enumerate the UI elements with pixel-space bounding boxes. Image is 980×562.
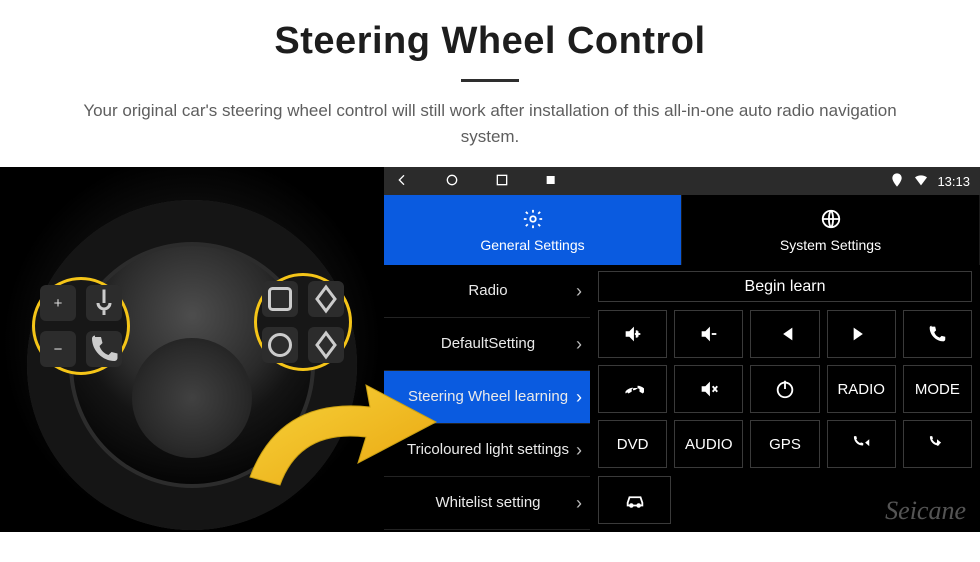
wheel-voice-button [86, 285, 122, 321]
tab-general-settings[interactable]: General Settings [384, 195, 682, 265]
gear-icon [522, 208, 544, 233]
wheel-plus-button: + [40, 285, 76, 321]
left-wheel-button-cluster: + − [32, 277, 130, 375]
prev-track-button[interactable] [750, 310, 819, 358]
phone-next-button[interactable] [903, 420, 972, 468]
steering-wheel-photo: + − [0, 167, 384, 532]
mute-button[interactable] [674, 365, 743, 413]
learning-panel: Begin learn RADIO MODE DVD AUDIO GPS [590, 265, 980, 532]
mode-button[interactable]: MODE [903, 365, 972, 413]
sidebar-item-label: DefaultSetting [400, 335, 576, 352]
wheel-phone-button [86, 331, 122, 367]
home-icon[interactable] [444, 172, 460, 191]
power-button[interactable] [750, 365, 819, 413]
page-title: Steering Wheel Control [40, 20, 940, 63]
radio-button[interactable]: RADIO [827, 365, 896, 413]
vol-up-button[interactable] [598, 310, 667, 358]
vol-down-button[interactable] [674, 310, 743, 358]
tab-label: General Settings [480, 237, 584, 253]
begin-learn-button[interactable]: Begin learn [598, 271, 972, 302]
gps-button[interactable]: GPS [750, 420, 819, 468]
audio-button[interactable]: AUDIO [674, 420, 743, 468]
product-composite: + − [0, 167, 980, 532]
chevron-right-icon: › [576, 493, 582, 514]
chevron-right-icon: › [576, 281, 582, 302]
sidebar-item-radio[interactable]: Radio › [384, 265, 590, 318]
hangup-button[interactable] [598, 365, 667, 413]
begin-learn-label: Begin learn [745, 278, 826, 296]
call-button[interactable] [903, 310, 972, 358]
chevron-right-icon: › [576, 440, 582, 461]
mode-label: MODE [915, 381, 960, 398]
title-underline [461, 79, 519, 82]
tab-system-settings[interactable]: System Settings [682, 195, 980, 265]
globe-icon [820, 208, 842, 233]
volume-bar-icon[interactable] [544, 172, 560, 191]
right-wheel-button-cluster [254, 273, 352, 371]
wheel-minus-button: − [40, 331, 76, 367]
sidebar-item-default-setting[interactable]: DefaultSetting › [384, 318, 590, 371]
phone-prev-button[interactable] [827, 420, 896, 468]
dvd-button[interactable]: DVD [598, 420, 667, 468]
gps-label: GPS [769, 436, 801, 453]
sidebar-item-label: Radio [400, 282, 576, 299]
recent-apps-icon[interactable] [494, 172, 510, 191]
next-track-button[interactable] [827, 310, 896, 358]
tab-label: System Settings [780, 237, 881, 253]
wheel-diamond-up-button [308, 281, 344, 317]
wheel-menu-button [262, 281, 298, 317]
page-subtitle: Your original car's steering wheel contr… [60, 98, 920, 149]
audio-label: AUDIO [685, 436, 733, 453]
wheel-diamond-down-button [308, 327, 344, 363]
wheel-circle-button [262, 327, 298, 363]
chevron-right-icon: › [576, 387, 582, 408]
radio-label: RADIO [837, 381, 885, 398]
wifi-icon [913, 172, 929, 191]
head-unit-screen: 13:13 General Settings System Settings R… [384, 167, 980, 532]
back-icon[interactable] [394, 172, 410, 191]
settings-tabs: General Settings System Settings [384, 195, 980, 265]
dvd-label: DVD [617, 436, 649, 453]
gps-icon [889, 172, 905, 191]
car-button[interactable] [598, 476, 671, 524]
chevron-right-icon: › [576, 334, 582, 355]
android-status-bar: 13:13 [384, 167, 980, 195]
yellow-arrow [240, 367, 440, 497]
status-time: 13:13 [937, 174, 970, 189]
